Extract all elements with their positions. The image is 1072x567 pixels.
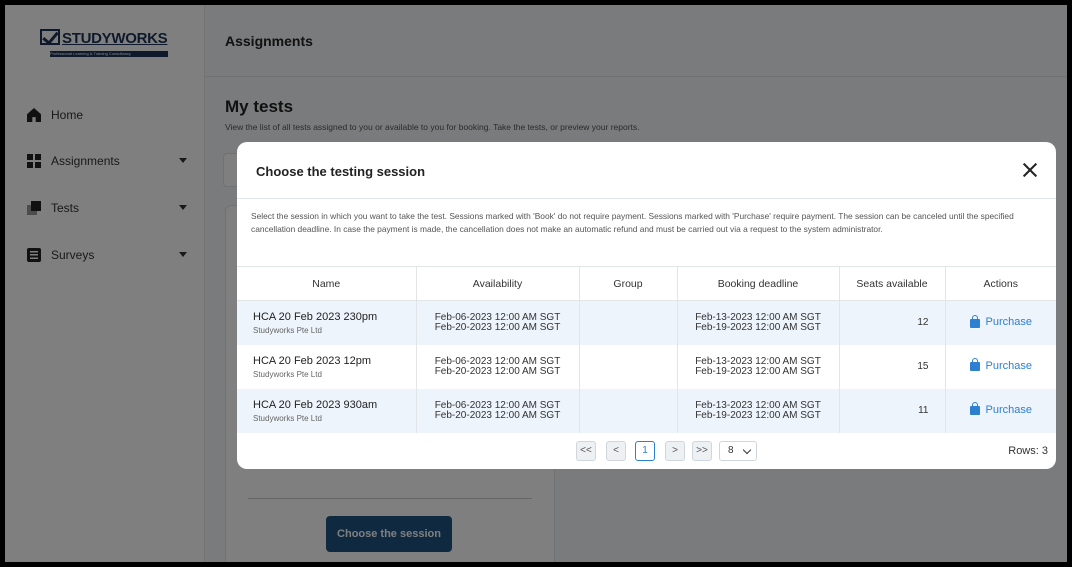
deadline-line-2: Feb-19-2023 12:00 AM SGT	[695, 365, 821, 377]
chevron-down-icon	[742, 445, 752, 455]
availability-from: Feb-06-2023 12:00 AM SGT	[434, 399, 561, 411]
table-row: HCA 20 Feb 2023 930am Studyworks Pte Ltd…	[237, 388, 1056, 433]
availability-to: Feb-20-2023 12:00 AM SGT	[434, 321, 561, 333]
column-header-booking-deadline[interactable]: Booking deadline	[677, 266, 840, 301]
availability-to: Feb-20-2023 12:00 AM SGT	[434, 409, 561, 421]
shopping-bag-icon	[969, 358, 980, 372]
column-header-seats-available[interactable]: Seats available	[839, 266, 946, 301]
availability-to: Feb-20-2023 12:00 AM SGT	[434, 365, 561, 377]
purchase-button[interactable]: Purchase	[969, 402, 1032, 416]
modal-description: Select the session in which you want to …	[251, 211, 1014, 234]
actions-cell: Purchase	[945, 388, 1056, 433]
previous-page-button[interactable]: <	[606, 441, 626, 461]
seats-available-cell: 11	[839, 388, 946, 433]
column-header-group[interactable]: Group	[579, 266, 678, 301]
session-name-cell: HCA 20 Feb 2023 12pm Studyworks Pte Ltd	[237, 344, 417, 389]
actions-cell: Purchase	[945, 345, 1056, 389]
deadline-line-2: Feb-19-2023 12:00 AM SGT	[695, 409, 821, 421]
group-cell	[579, 388, 678, 433]
close-icon[interactable]	[1022, 162, 1038, 178]
page-size-value: 8	[728, 445, 734, 456]
booking-deadline-cell: Feb-13-2023 12:00 AM SGT Feb-19-2023 12:…	[677, 344, 840, 389]
shopping-bag-icon	[969, 402, 980, 416]
seats-available-cell: 15	[839, 344, 946, 389]
availability-from: Feb-06-2023 12:00 AM SGT	[434, 355, 561, 367]
availability-cell: Feb-06-2023 12:00 AM SGT Feb-20-2023 12:…	[416, 344, 580, 389]
session-name-cell: HCA 20 Feb 2023 930am Studyworks Pte Ltd	[237, 388, 417, 433]
deadline-line-1: Feb-13-2023 12:00 AM SGT	[695, 399, 821, 411]
choose-session-modal: Choose the testing session Select the se…	[237, 142, 1056, 469]
session-name-cell: HCA 20 Feb 2023 230pm Studyworks Pte Ltd	[237, 300, 417, 345]
last-page-button[interactable]: >>	[692, 441, 712, 461]
table-row: HCA 20 Feb 2023 230pm Studyworks Pte Ltd…	[237, 300, 1056, 345]
booking-deadline-cell: Feb-13-2023 12:00 AM SGT Feb-19-2023 12:…	[677, 300, 840, 345]
purchase-button[interactable]: Purchase	[969, 358, 1032, 372]
next-page-button[interactable]: >	[665, 441, 685, 461]
booking-deadline-cell: Feb-13-2023 12:00 AM SGT Feb-19-2023 12:…	[677, 388, 840, 433]
actions-cell: Purchase	[945, 300, 1056, 345]
session-organization: Studyworks Pte Ltd	[253, 369, 322, 379]
first-page-button[interactable]: <<	[576, 441, 596, 461]
modal-header: Choose the testing session	[237, 142, 1056, 199]
app-window: STUDYWORKS Professional Learning & Train…	[5, 5, 1067, 562]
purchase-label: Purchase	[985, 403, 1032, 416]
session-name: HCA 20 Feb 2023 230pm	[253, 310, 378, 323]
deadline-line-1: Feb-13-2023 12:00 AM SGT	[695, 355, 821, 367]
seats-available-cell: 12	[839, 300, 946, 345]
purchase-button[interactable]: Purchase	[969, 314, 1032, 328]
purchase-label: Purchase	[985, 316, 1032, 328]
sessions-table: Name Availability Group Booking deadline…	[237, 266, 1056, 433]
availability-cell: Feb-06-2023 12:00 AM SGT Feb-20-2023 12:…	[416, 300, 580, 345]
availability-cell: Feb-06-2023 12:00 AM SGT Feb-20-2023 12:…	[416, 388, 580, 433]
group-cell	[579, 344, 678, 389]
shopping-bag-icon	[969, 314, 980, 328]
table-header-row: Name Availability Group Booking deadline…	[237, 266, 1056, 301]
session-name: HCA 20 Feb 2023 12pm	[253, 354, 372, 367]
table-row: HCA 20 Feb 2023 12pm Studyworks Pte Ltd …	[237, 344, 1056, 389]
modal-title: Choose the testing session	[256, 164, 426, 179]
page-1-button[interactable]: 1	[635, 441, 655, 461]
column-header-availability[interactable]: Availability	[416, 266, 580, 301]
session-organization: Studyworks Pte Ltd	[253, 325, 322, 335]
pagination: << < 1 > >> 8 Rows: 3	[237, 441, 1056, 463]
deadline-line-2: Feb-19-2023 12:00 AM SGT	[695, 321, 821, 333]
session-organization: Studyworks Pte Ltd	[253, 413, 322, 423]
purchase-label: Purchase	[985, 359, 1032, 372]
group-cell	[579, 300, 678, 345]
session-name: HCA 20 Feb 2023 930am	[253, 398, 378, 411]
column-header-actions: Actions	[945, 266, 1056, 301]
page-size-select[interactable]: 8	[719, 441, 757, 461]
rows-count: Rows: 3	[1008, 445, 1048, 457]
column-header-name[interactable]: Name	[237, 266, 417, 301]
